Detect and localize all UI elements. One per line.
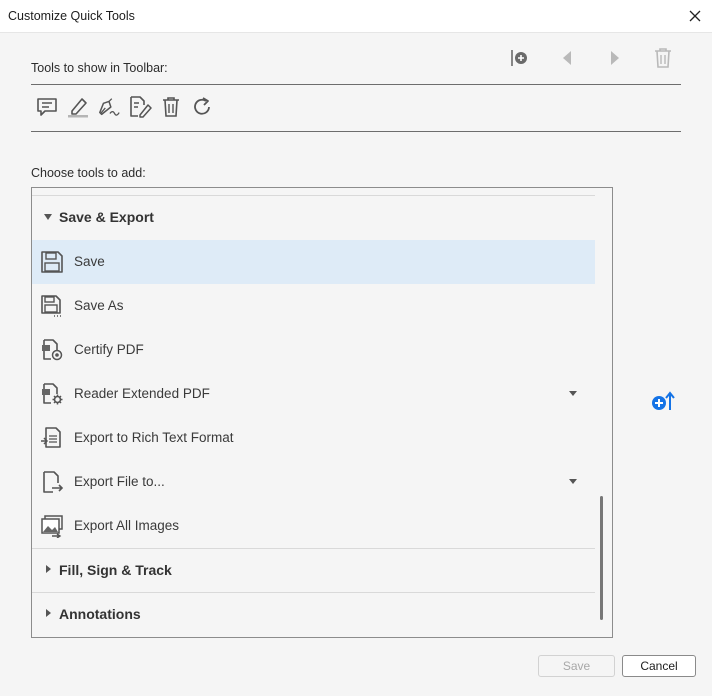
dropdown-arrow-icon xyxy=(569,391,577,396)
group-annotations[interactable]: Annotations xyxy=(32,592,595,637)
comment-icon xyxy=(37,98,57,116)
toolbar-section-label: Tools to show in Toolbar: xyxy=(31,61,168,75)
item-label: Reader Extended PDF xyxy=(74,386,210,401)
list-item-export-rtf[interactable]: Export to Rich Text Format xyxy=(32,416,595,460)
highlight-tool[interactable] xyxy=(66,95,90,119)
cancel-button[interactable]: Cancel xyxy=(622,655,696,677)
move-right-button[interactable] xyxy=(603,46,627,70)
remove-tool-button[interactable] xyxy=(651,46,675,70)
list-item-export-all-images[interactable]: Export All Images xyxy=(32,504,595,548)
tools-list[interactable]: Save & Export Save Save As Certify PDF R… xyxy=(31,187,613,638)
group-label: Save & Export xyxy=(59,209,154,225)
arrow-left-icon xyxy=(563,51,571,65)
add-separator-icon xyxy=(511,50,527,66)
triangle-right-icon xyxy=(46,609,51,617)
export-images-icon xyxy=(41,515,63,538)
certify-pdf-icon xyxy=(42,339,63,361)
rotate-tool[interactable] xyxy=(190,95,214,119)
trash-icon xyxy=(163,97,179,117)
group-label: Annotations xyxy=(59,606,141,622)
group-save-export[interactable]: Save & Export xyxy=(32,195,595,240)
triangle-right-icon xyxy=(46,565,51,573)
list-item-save-as[interactable]: Save As xyxy=(32,284,595,328)
item-label: Save As xyxy=(74,298,124,313)
list-item-reader-extended-pdf[interactable]: Reader Extended PDF xyxy=(32,372,595,416)
list-item-export-file[interactable]: Export File to... xyxy=(32,460,595,504)
item-label: Export File to... xyxy=(74,474,165,489)
dropdown-arrow-icon xyxy=(569,479,577,484)
export-rtf-icon xyxy=(41,427,61,448)
add-separator-button[interactable] xyxy=(507,46,531,70)
rotate-icon xyxy=(194,97,210,115)
delete-tool[interactable] xyxy=(159,95,183,119)
save-as-icon xyxy=(41,295,61,317)
scrollbar-thumb[interactable] xyxy=(600,496,603,620)
group-fill-sign-track[interactable]: Fill, Sign & Track xyxy=(32,548,595,593)
highlighter-icon xyxy=(68,98,88,118)
item-label: Certify PDF xyxy=(74,342,144,357)
toolbar-tools-list xyxy=(31,84,681,132)
comment-tool[interactable] xyxy=(35,95,59,119)
item-label: Export to Rich Text Format xyxy=(74,430,234,445)
triangle-down-icon xyxy=(44,214,52,220)
trash-icon xyxy=(655,48,671,68)
group-label: Fill, Sign & Track xyxy=(59,562,172,578)
save-icon xyxy=(41,251,63,273)
reader-extended-icon xyxy=(42,383,63,405)
save-button[interactable]: Save xyxy=(538,655,615,677)
add-up-icon xyxy=(652,391,675,410)
export-file-icon xyxy=(43,471,64,493)
item-label: Export All Images xyxy=(74,518,180,533)
close-icon xyxy=(689,10,701,22)
title-bar: Customize Quick Tools xyxy=(0,0,712,33)
choose-tools-label: Choose tools to add: xyxy=(31,166,146,180)
edit-document-icon xyxy=(130,96,152,118)
item-label: Save xyxy=(74,254,105,269)
sign-tool[interactable] xyxy=(97,95,121,119)
list-item-certify-pdf[interactable]: Certify PDF xyxy=(32,328,595,372)
close-button[interactable] xyxy=(684,5,706,27)
fountain-pen-icon xyxy=(99,98,120,116)
move-left-button[interactable] xyxy=(555,46,579,70)
list-item-save[interactable]: Save xyxy=(32,240,595,284)
add-to-toolbar-button[interactable] xyxy=(651,390,677,412)
edit-pdf-tool[interactable] xyxy=(128,95,152,119)
arrow-right-icon xyxy=(611,51,619,65)
window-title: Customize Quick Tools xyxy=(8,9,135,23)
